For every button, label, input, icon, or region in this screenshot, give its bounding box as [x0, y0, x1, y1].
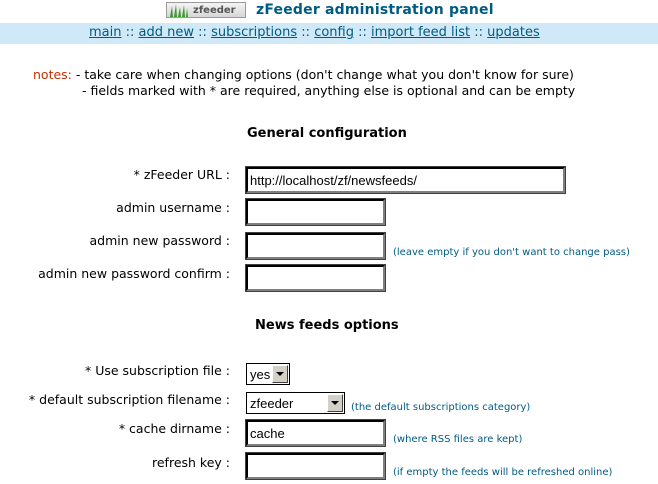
grass-icon: [170, 4, 188, 17]
use-subscription-label: * Use subscription file :: [85, 363, 230, 378]
nav-link-subscriptions[interactable]: subscriptions: [211, 25, 297, 40]
refresh-key-input[interactable]: [245, 452, 386, 480]
admin-password-label: admin new password :: [89, 233, 230, 248]
admin-password-hint: (leave empty if you don't want to change…: [393, 247, 630, 258]
notes-text-1: - take care when changing options (don't…: [75, 67, 574, 82]
nav-separator: ::: [125, 25, 135, 40]
nav-separator: ::: [301, 25, 311, 40]
nav-separator: ::: [358, 25, 367, 40]
header: zfeeder zFeeder administration panel: [0, 0, 658, 22]
admin-password-input[interactable]: [245, 232, 386, 260]
cache-dirname-hint: (where RSS files are kept): [393, 434, 523, 445]
nav-link-add-new[interactable]: add new: [139, 25, 194, 40]
refresh-key-hint: (if empty the feeds will be refreshed on…: [393, 467, 613, 478]
chevron-down-icon[interactable]: [327, 394, 343, 412]
notes-line-1: notes: - take care when changing options…: [33, 67, 574, 82]
general-config-heading: General configuration: [247, 126, 407, 141]
zfeeder-url-input[interactable]: http://localhost/zf/newsfeeds/: [245, 166, 566, 194]
nav-separator: ::: [198, 25, 207, 40]
notes-label: notes:: [33, 67, 72, 82]
default-subscription-select[interactable]: zfeeder: [246, 392, 345, 414]
admin-password-confirm-label: admin new password confirm :: [38, 266, 230, 281]
logo-text: zfeeder: [193, 4, 236, 16]
refresh-key-label: refresh key :: [152, 455, 230, 470]
notes-text-2: - fields marked with * are required, any…: [82, 83, 576, 98]
page-title: zFeeder administration panel: [256, 2, 494, 18]
news-feeds-heading: News feeds options: [255, 318, 399, 333]
cache-dirname-label: * cache dirname :: [118, 421, 230, 436]
nav-link-updates[interactable]: updates: [487, 25, 540, 40]
nav-bar: main :: add new :: subscriptions :: conf…: [0, 23, 658, 44]
nav-links: main :: add new :: subscriptions :: conf…: [89, 25, 540, 40]
nav-link-import-feed-list[interactable]: import feed list: [371, 25, 470, 40]
cache-dirname-input[interactable]: cache: [245, 419, 386, 447]
default-subscription-value: zfeeder: [250, 396, 294, 411]
nav-link-config[interactable]: config: [314, 25, 354, 40]
default-subscription-hint: (the default subscriptions category): [351, 402, 531, 413]
admin-username-label: admin username :: [116, 200, 230, 215]
chevron-down-icon[interactable]: [272, 365, 288, 383]
admin-password-confirm-input[interactable]: [245, 264, 386, 292]
use-subscription-select[interactable]: yes: [246, 363, 290, 385]
zfeeder-url-label: * zFeeder URL :: [133, 167, 230, 182]
admin-username-input[interactable]: [245, 198, 386, 226]
zfeeder-logo[interactable]: zfeeder: [166, 2, 246, 18]
use-subscription-value: yes: [250, 367, 271, 382]
default-subscription-label: * default subscription filename :: [28, 392, 230, 407]
nav-link-main[interactable]: main: [89, 25, 121, 40]
nav-separator: ::: [474, 25, 484, 40]
